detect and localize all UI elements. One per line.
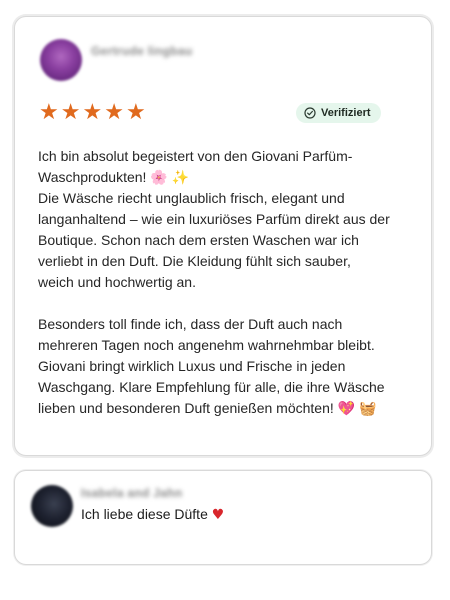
comment-card: Isabela and Jahn Ich liebe diese Düfte ♥ [14,470,432,565]
star-icon: ★ [125,100,146,125]
comment-text-row: Ich liebe diese Düfte ♥ [81,506,224,523]
verified-badge: Verifiziert [296,103,381,123]
verified-label: Verifiziert [321,107,371,119]
star-icon: ★ [82,100,103,125]
review-paragraph-2: Besonders toll finde ich, dass der Duft … [38,316,385,416]
review-text: Ich bin absolut begeistert von den Giova… [38,146,390,419]
star-icon: ★ [39,100,59,125]
review-author-name[interactable]: Gertrude lingbau [91,44,192,58]
review-paragraph-1b: Die Wäsche riecht unglaublich frisch, el… [38,190,390,290]
star-icon: ★ [104,100,124,125]
star-rating: ★ ★ ★ ★ ★ [39,101,146,125]
review-paragraph-1a: Ich bin absolut begeistert von den Giova… [38,148,353,185]
comment-text: Ich liebe diese Düfte [81,506,208,522]
avatar[interactable] [31,485,73,527]
comment-author-name[interactable]: Isabela and Jahn [81,486,183,500]
review-card: Gertrude lingbau ★ ★ ★ ★ ★ Verifiziert I… [14,16,432,456]
avatar[interactable] [40,39,82,81]
star-icon: ★ [60,100,81,125]
check-circle-icon [304,107,316,119]
heart-icon: ♥ [211,507,225,523]
